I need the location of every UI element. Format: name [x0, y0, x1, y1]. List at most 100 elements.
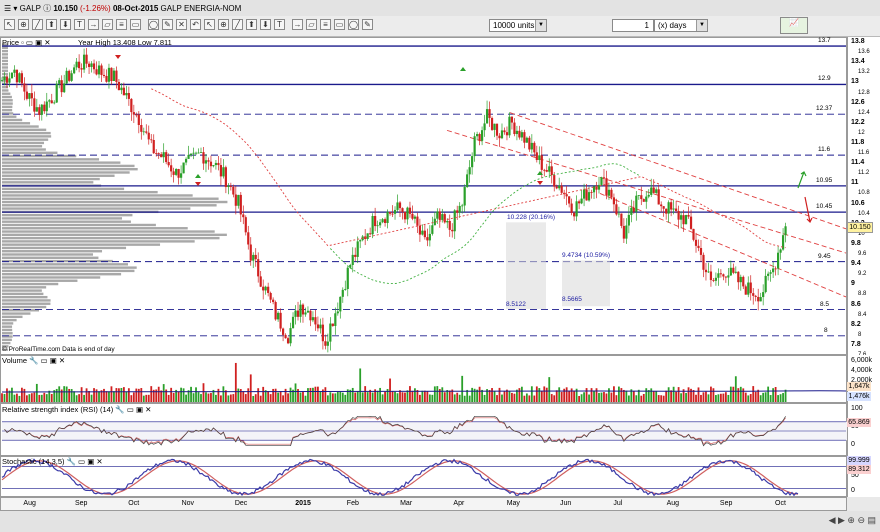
volume-bar: [80, 387, 83, 402]
candle-body: [403, 212, 407, 220]
candle-body: [289, 328, 292, 344]
candle-body: [627, 214, 630, 226]
volume-bar: [118, 388, 120, 402]
candle-body: [15, 69, 19, 83]
candle-body: [100, 65, 103, 75]
candle-body: [622, 225, 625, 239]
volume-bar: [85, 388, 88, 402]
candle-body: [319, 324, 322, 329]
volume-bar: [618, 386, 620, 402]
candle-body: [480, 130, 484, 141]
volume-bar: [147, 394, 150, 402]
candle-body: [180, 173, 183, 178]
volume-bar: [605, 393, 608, 402]
candle-body: [329, 323, 332, 342]
volume-profile-bar: [2, 164, 135, 168]
volume-bar: [195, 387, 197, 402]
volume-bar: [600, 392, 603, 402]
volume-bar: [580, 394, 583, 402]
volume-bar: [122, 387, 125, 402]
candle-body: [538, 155, 541, 160]
candle-body: [451, 229, 454, 232]
candle-body: [632, 207, 635, 212]
rsi-label: Relative strength index (RSI) (14): [2, 405, 114, 414]
volume-bar: [190, 386, 192, 402]
candle-body: [657, 189, 660, 205]
volume-profile-bar: [2, 168, 138, 171]
candle-body: [508, 116, 511, 136]
volume-profile-bar: [2, 269, 135, 273]
volume-bar: [545, 387, 548, 402]
candle-body: [463, 187, 466, 206]
stochastic-tag: 99.999: [847, 456, 871, 465]
volume-bar: [336, 391, 339, 402]
candle-body: [272, 299, 275, 303]
candle-body: [545, 169, 548, 172]
candle-body: [177, 168, 180, 178]
volume-profile-bar: [2, 289, 42, 292]
candle-body: [684, 215, 688, 225]
volume-bar: [548, 377, 551, 402]
volume-bar: [468, 395, 471, 402]
candle-body: [55, 83, 58, 103]
volume-profile-bar: [2, 266, 137, 269]
candle-body: [344, 288, 347, 290]
candle-body: [224, 167, 227, 188]
candle-body: [473, 136, 476, 157]
volume-profile-bar: [2, 95, 12, 99]
volume-bar: [511, 392, 513, 402]
candle-body: [115, 70, 118, 82]
volume-bar: [294, 383, 297, 402]
candle-body: [468, 167, 471, 175]
volume-bar: [244, 394, 247, 402]
volume-bar: [289, 387, 292, 402]
time-axis: Aug Sep Oct Nov Dec 2015 Feb Mar Apr May Jun Jul Aug…: [0, 497, 847, 511]
candle-body: [582, 189, 586, 199]
zoom-controls-icon[interactable]: ◀ ▶ ⊕ ⊖ ▤: [829, 515, 876, 526]
candle-body: [490, 117, 494, 130]
volume-bar: [712, 388, 715, 402]
volume-bar: [43, 392, 46, 402]
volume-bar: [724, 392, 727, 402]
volume-bar: [513, 393, 516, 402]
volume-profile-bar: [2, 115, 17, 118]
volume-bar: [543, 386, 546, 402]
volume-bar: [784, 389, 787, 402]
volume-bar: [466, 389, 469, 402]
volume-bar: [448, 390, 451, 402]
volume-bar: [103, 388, 105, 402]
volume-bar: [503, 391, 506, 402]
level-label: 8: [824, 326, 828, 334]
candle-body: [369, 233, 372, 235]
volume-profile-bar: [2, 217, 123, 220]
volume-bar: [538, 388, 541, 402]
bottom-toolbar: ◀ ▶ ⊕ ⊖ ▤: [0, 511, 880, 532]
volume-bar: [767, 386, 770, 402]
candle-body: [471, 156, 474, 168]
volume-profile-bar: [2, 148, 46, 151]
level-label: 13.7: [818, 37, 831, 45]
volume-bar: [364, 386, 367, 402]
candle-body: [550, 166, 553, 176]
candle-body: [772, 268, 775, 273]
volume-bar: [45, 394, 48, 402]
volume-bar: [65, 386, 68, 402]
volume-bar: [249, 374, 252, 402]
volume-bar: [18, 395, 21, 402]
volume-bar: [573, 390, 576, 402]
volume-bar: [192, 393, 195, 402]
volume-panel-title: Volume 🔧 ▭ ▣ ✕: [2, 356, 66, 365]
volume-profile-bar: [2, 220, 131, 223]
candle-body: [82, 54, 86, 70]
volume-bar: [197, 392, 200, 402]
candle-body: [356, 241, 359, 257]
rsi-panel-title: Relative strength index (RSI) (14) 🔧 ▭ ▣…: [2, 405, 152, 414]
volume-bar: [269, 394, 272, 402]
volume-bar: [242, 391, 245, 402]
level-label: 12.9: [818, 75, 831, 83]
candle-body: [5, 76, 9, 83]
volume-bar: [202, 383, 205, 402]
volume-bar: [297, 389, 299, 402]
x-axis-label: 2015: [295, 500, 311, 507]
candle-body: [162, 152, 165, 158]
